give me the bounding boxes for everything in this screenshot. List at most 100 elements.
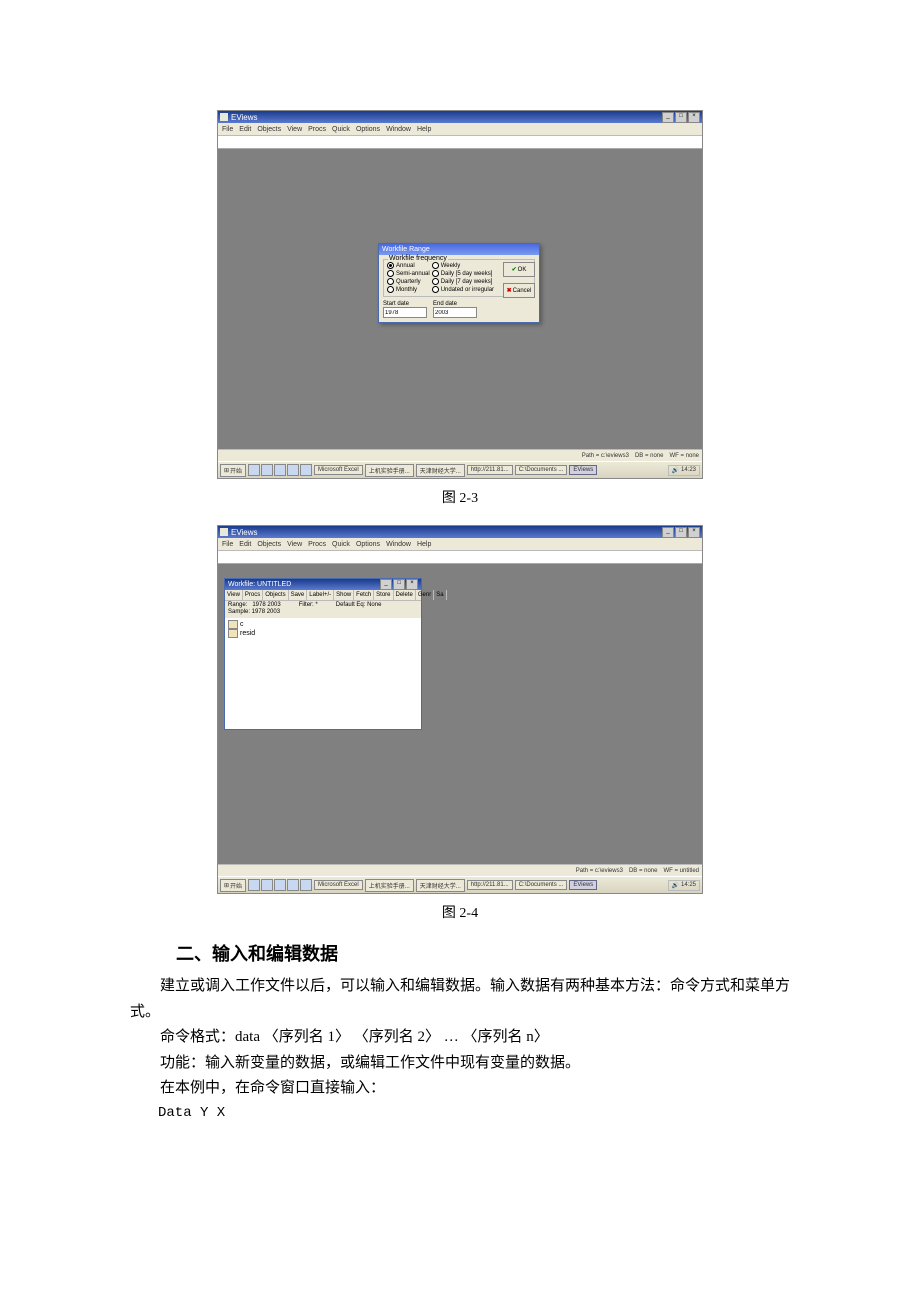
- command-bar[interactable]: [218, 136, 702, 149]
- x-icon: ✖: [507, 287, 512, 294]
- screenshot-figure-2-4: EViews _ □ × File Edit Objects View Proc…: [217, 525, 703, 894]
- task-item[interactable]: Microsoft Excel: [314, 465, 363, 475]
- toolbar-btn[interactable]: Sa: [434, 590, 446, 600]
- cancel-button[interactable]: ✖Cancel: [503, 283, 535, 298]
- maximize-icon[interactable]: □: [393, 579, 405, 590]
- toolbar-btn[interactable]: Delete: [394, 590, 416, 600]
- workfile-range-dialog: Workfile Range Workfile frequency Annual…: [378, 243, 540, 323]
- task-item[interactable]: http://211.81...: [467, 880, 513, 890]
- ql-icon[interactable]: [274, 879, 286, 891]
- app-icon: [220, 113, 228, 121]
- start-button[interactable]: ⊞开始: [220, 464, 246, 477]
- close-icon[interactable]: ×: [406, 579, 418, 590]
- task-item-active[interactable]: EViews: [569, 880, 597, 890]
- radio-semiannual[interactable]: Semi-annual: [387, 270, 430, 277]
- tray-icon[interactable]: 🔊: [672, 467, 679, 474]
- minimize-icon[interactable]: _: [380, 579, 392, 590]
- ql-icon[interactable]: [287, 879, 299, 891]
- ql-icon[interactable]: [248, 879, 260, 891]
- radio-daily5[interactable]: Daily [5 day weeks]: [432, 270, 494, 277]
- toolbar-btn[interactable]: View: [225, 590, 243, 600]
- child-titlebar: Workfile: UNTITLED _ □ ×: [225, 579, 421, 590]
- close-icon[interactable]: ×: [688, 112, 700, 123]
- task-item[interactable]: C:\Documents ...: [515, 465, 568, 475]
- task-item[interactable]: 天津财经大学...: [416, 879, 465, 892]
- toolbar-btn[interactable]: Show: [334, 590, 354, 600]
- ok-button[interactable]: ✔OK: [503, 262, 535, 277]
- radio-weekly[interactable]: Weekly: [432, 262, 494, 269]
- task-item[interactable]: http://211.81...: [467, 465, 513, 475]
- toolbar-btn[interactable]: Fetch: [354, 590, 374, 600]
- tray-icon[interactable]: 🔊: [672, 882, 679, 889]
- menu-item[interactable]: Edit: [239, 126, 251, 133]
- check-icon: ✔: [512, 266, 517, 273]
- task-item[interactable]: C:\Documents ...: [515, 880, 568, 890]
- minimize-icon[interactable]: _: [662, 527, 674, 538]
- menu-item[interactable]: Help: [417, 126, 431, 133]
- windows-icon: ⊞: [224, 467, 229, 474]
- task-item[interactable]: 天津财经大学...: [416, 464, 465, 477]
- menu-item[interactable]: Procs: [308, 126, 326, 133]
- task-item[interactable]: Microsoft Excel: [314, 880, 363, 890]
- toolbar-btn[interactable]: Save: [289, 590, 308, 600]
- paragraph: 命令格式：data 〈序列名 1〉 〈序列名 2〉 … 〈序列名 n〉: [130, 1025, 790, 1051]
- dialog-title: Workfile Range: [379, 244, 539, 255]
- menu-item[interactable]: Quick: [332, 126, 350, 133]
- radio-annual[interactable]: Annual: [387, 262, 430, 269]
- task-item[interactable]: 上机实验手册...: [365, 879, 414, 892]
- close-icon[interactable]: ×: [688, 527, 700, 538]
- ql-icon[interactable]: [261, 464, 273, 476]
- menu-item[interactable]: View: [287, 126, 302, 133]
- minimize-icon[interactable]: _: [662, 112, 674, 123]
- task-item[interactable]: 上机实验手册...: [365, 464, 414, 477]
- maximize-icon[interactable]: □: [675, 527, 687, 538]
- start-date-input[interactable]: [383, 307, 427, 318]
- ql-icon[interactable]: [261, 879, 273, 891]
- figure-caption: 图 2-4: [130, 902, 790, 922]
- radio-daily7[interactable]: Daily [7 day weeks]: [432, 278, 494, 285]
- start-button[interactable]: ⊞开始: [220, 879, 246, 892]
- task-item-active[interactable]: EViews: [569, 465, 597, 475]
- toolbar-btn[interactable]: Procs: [243, 590, 263, 600]
- command-bar[interactable]: [218, 551, 702, 564]
- toolbar-btn[interactable]: Objects: [263, 590, 288, 600]
- menu-item[interactable]: Help: [417, 541, 431, 548]
- toolbar-btn[interactable]: Label+/-: [307, 590, 334, 600]
- radio-undated[interactable]: Undated or irregular: [432, 286, 494, 293]
- toolbar-btn[interactable]: Store: [374, 590, 393, 600]
- clock: 14:25: [681, 882, 696, 888]
- paragraph: 建立或调入工作文件以后，可以输入和编辑数据。输入数据有两种基本方法：命令方式和菜…: [130, 974, 790, 1025]
- menu-item[interactable]: Quick: [332, 541, 350, 548]
- menu-item[interactable]: Options: [356, 541, 380, 548]
- ql-icon[interactable]: [300, 879, 312, 891]
- menu-item[interactable]: File: [222, 126, 233, 133]
- workarea: Workfile Range Workfile frequency Annual…: [218, 149, 702, 449]
- default-eq-text: Default Eq: None: [336, 602, 382, 608]
- toolbar-btn[interactable]: Genr: [416, 590, 434, 600]
- object-item[interactable]: resid: [228, 629, 418, 638]
- menu-item[interactable]: View: [287, 541, 302, 548]
- menu-item[interactable]: Options: [356, 126, 380, 133]
- ql-icon[interactable]: [287, 464, 299, 476]
- object-item[interactable]: c: [228, 620, 418, 629]
- ql-icon[interactable]: [274, 464, 286, 476]
- maximize-icon[interactable]: □: [675, 112, 687, 123]
- menu-item[interactable]: Window: [386, 126, 411, 133]
- end-date-input[interactable]: [433, 307, 477, 318]
- ql-icon[interactable]: [300, 464, 312, 476]
- menu-item[interactable]: Objects: [257, 126, 281, 133]
- menu-item[interactable]: Objects: [257, 541, 281, 548]
- radio-monthly[interactable]: Monthly: [387, 286, 430, 293]
- menubar: File Edit Objects View Procs Quick Optio…: [218, 538, 702, 551]
- app-titlebar: EViews _ □ ×: [218, 526, 702, 538]
- menu-item[interactable]: File: [222, 541, 233, 548]
- menu-item[interactable]: Window: [386, 541, 411, 548]
- radio-quarterly[interactable]: Quarterly: [387, 278, 430, 285]
- menu-item[interactable]: Procs: [308, 541, 326, 548]
- filter-text: Filter: *: [299, 602, 318, 608]
- ql-icon[interactable]: [248, 464, 260, 476]
- sample-text: Sample: 1978 2003: [228, 609, 280, 615]
- section-heading: 二、输入和编辑数据: [176, 940, 790, 966]
- menu-item[interactable]: Edit: [239, 541, 251, 548]
- app-title: EViews: [231, 113, 258, 122]
